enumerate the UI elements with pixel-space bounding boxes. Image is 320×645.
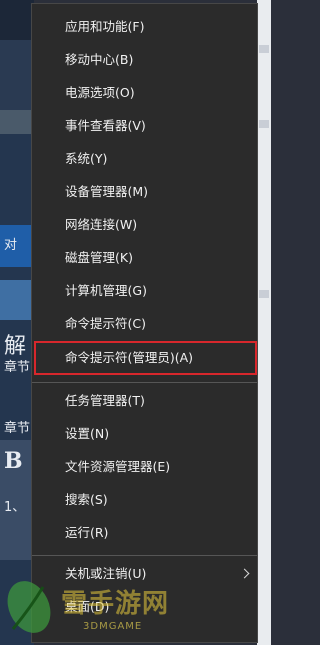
background-titlebar xyxy=(0,0,34,40)
menu-item-run[interactable]: 运行(R) xyxy=(32,518,257,548)
background-text-chapter-1: 章节 xyxy=(4,360,31,375)
background-blue-tile xyxy=(0,280,34,320)
menu-item-search[interactable]: 搜索(S) xyxy=(32,485,257,515)
menu-item-network-connections[interactable]: 网络连接(W) xyxy=(32,210,257,240)
menu-item-device-manager[interactable]: 设备管理器(M) xyxy=(32,177,257,207)
background-edge-mark xyxy=(259,290,269,298)
menu-item-mobility-center[interactable]: 移动中心(B) xyxy=(32,45,257,75)
menu-item-power-options[interactable]: 电源选项(O) xyxy=(32,78,257,108)
menu-separator xyxy=(32,382,257,383)
background-text-bold-b: B xyxy=(4,448,23,474)
leaf-logo-icon xyxy=(7,581,51,633)
menu-item-task-manager[interactable]: 任务管理器(T) xyxy=(32,386,257,416)
background-window-edge xyxy=(257,0,271,645)
menu-item-file-explorer[interactable]: 文件资源管理器(E) xyxy=(32,452,257,482)
watermark: 雪手游网 3DMGAME xyxy=(3,575,269,643)
background-ribbon xyxy=(0,110,34,134)
menu-separator xyxy=(32,555,257,556)
menu-item-command-prompt[interactable]: 命令提示符(C) xyxy=(32,309,257,339)
winx-context-menu: 应用和功能(F) 移动中心(B) 电源选项(O) 事件查看器(V) 系统(Y) … xyxy=(31,3,258,643)
watermark-text: 雪手游网 xyxy=(61,589,170,619)
watermark-subtext: 3DMGAME xyxy=(83,621,143,632)
background-text-one: 1、 xyxy=(4,500,26,515)
background-text-dui: 对 xyxy=(4,238,18,253)
background-edge-mark xyxy=(259,120,269,128)
menu-item-system[interactable]: 系统(Y) xyxy=(32,144,257,174)
menu-item-apps-and-features[interactable]: 应用和功能(F) xyxy=(32,12,257,42)
background-window-strip: 对 解 章节 章节 B 1、 xyxy=(0,0,34,645)
menu-item-settings[interactable]: 设置(N) xyxy=(32,419,257,449)
menu-item-computer-management[interactable]: 计算机管理(G) xyxy=(32,276,257,306)
background-toolbar xyxy=(0,40,34,110)
highlight-box xyxy=(34,341,257,375)
menu-item-disk-management[interactable]: 磁盘管理(K) xyxy=(32,243,257,273)
background-text-chapter-2: 章节 xyxy=(4,421,31,436)
menu-item-event-viewer[interactable]: 事件查看器(V) xyxy=(32,111,257,141)
background-edge-mark xyxy=(259,45,269,53)
